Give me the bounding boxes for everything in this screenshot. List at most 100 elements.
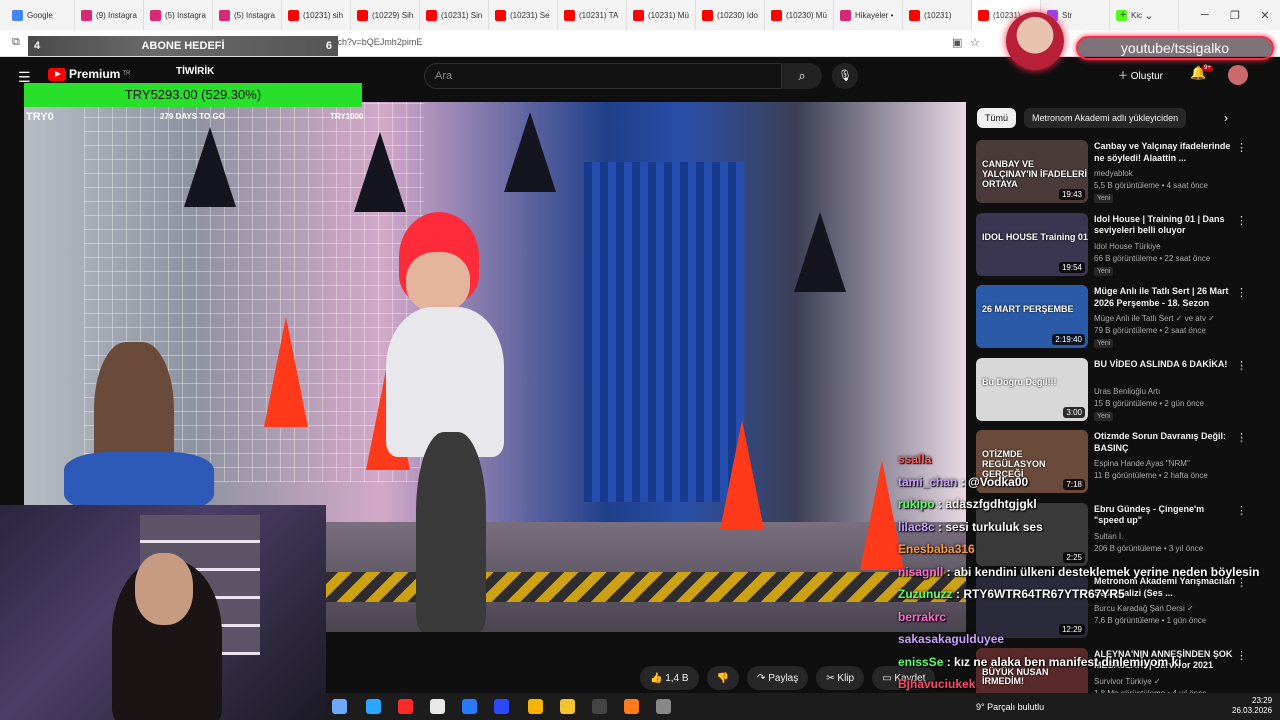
thumbnail-text: Bu Doğru Değil!!! <box>982 376 1057 387</box>
channel-name[interactable]: Uras Benlioğlu Artı <box>1094 387 1160 396</box>
browser-tab[interactable]: (10231) <box>903 0 972 30</box>
more-options-icon[interactable]: ⋮ <box>1236 141 1247 154</box>
chat-message: lilac8c : sesi turkuluk ses <box>898 519 1043 534</box>
notification-count-badge: 9+ <box>1202 65 1213 71</box>
recommended-video[interactable]: CANBAY VE YALÇINAY'IN İFADELERİ ORTAYA 19… <box>976 140 1256 206</box>
video-thumbnail[interactable]: IDOL HOUSE Training 01 19:54 <box>976 212 1088 276</box>
video-meta: 79 B görüntüleme • 2 saat önce <box>1094 326 1206 335</box>
tab-label: (10231) Sin <box>441 10 483 20</box>
chevron-right-icon[interactable]: › <box>1224 111 1228 125</box>
filter-chips: Tümü Metronom Akademi adlı yükleyiciden <box>977 108 1187 128</box>
chat-username[interactable]: nisagnll <box>898 565 943 579</box>
chat-username[interactable]: sakasakagulduyee <box>898 632 1004 646</box>
chat-username[interactable]: enissSe <box>898 655 943 669</box>
video-thumbnail[interactable]: Bu Doğru Değil!!! 3:00 <box>976 357 1088 421</box>
video-thumbnail[interactable]: 26 MART PERŞEMBE 2:19:40 <box>976 285 1088 348</box>
recommended-video[interactable]: IDOL HOUSE Training 01 19:54 Idol House | … <box>976 212 1256 279</box>
clip-button[interactable]: ✂ Klip <box>816 666 865 690</box>
more-options-icon[interactable]: ⋮ <box>1236 286 1247 299</box>
browser-tab[interactable]: (5) Instagra <box>213 0 282 30</box>
minimize-button[interactable]: ─ <box>1190 0 1220 30</box>
account-avatar[interactable] <box>1228 65 1248 85</box>
file-explorer-icon[interactable] <box>560 699 575 714</box>
channel-name[interactable]: medyablok <box>1094 169 1133 178</box>
chat-username[interactable]: ssalla <box>898 452 931 466</box>
more-options-icon[interactable]: ⋮ <box>1236 359 1247 372</box>
recommended-video[interactable]: Bu Doğru Değil!!! 3:00 BU VİDEO ASLINDA 6 … <box>976 357 1256 424</box>
obs-icon[interactable] <box>592 699 607 714</box>
bookmark-star-icon[interactable]: ☆ <box>970 36 980 49</box>
tab-favicon-icon <box>633 9 644 21</box>
video-title[interactable]: Otizmde Sorun Davranış Değil: BASINÇ <box>1094 431 1236 454</box>
new-badge: Yeni <box>1094 266 1114 276</box>
opera-icon[interactable] <box>398 699 413 714</box>
browser-tab[interactable]: (10231) TA <box>558 0 627 30</box>
recommended-video[interactable]: 26 MART PERŞEMBE 2:19:40 Müge Anlı ile Tat… <box>976 285 1256 351</box>
app-icon[interactable] <box>462 699 477 714</box>
browser-tab[interactable]: (10230) Ido <box>696 0 765 30</box>
more-options-icon[interactable]: ⋮ <box>1236 431 1247 444</box>
search-button[interactable]: ⌕ <box>782 63 822 89</box>
browser-tab[interactable]: (10229) Sih <box>351 0 420 30</box>
firefox-icon[interactable] <box>624 699 639 714</box>
browser-tab[interactable]: Google <box>6 0 75 30</box>
chat-username[interactable]: tami_chan <box>898 475 957 489</box>
browser-tab[interactable]: (10231) Sin <box>420 0 489 30</box>
widgets-icon[interactable] <box>332 699 347 714</box>
taskbar-clock[interactable]: 23:29 26.03.2026 <box>1232 696 1272 717</box>
app-icon[interactable] <box>494 699 509 714</box>
chat-username[interactable]: Zuzunuzz <box>898 587 953 601</box>
chip-all[interactable]: Tümü <box>977 108 1017 128</box>
chat-text: abi kendini ülkeni desteklemek yerine ne… <box>954 564 1260 579</box>
chat-username[interactable]: rukipo <box>898 497 935 511</box>
clip-label: Klip <box>837 672 855 684</box>
chat-message: sakasakagulduyee <box>898 632 1004 646</box>
create-button[interactable]: ＋ Oluştur <box>1118 67 1163 82</box>
chip-uploader[interactable]: Metronom Akademi adlı yükleyiciden <box>1024 108 1187 128</box>
chat-username[interactable]: Enesbaba316 <box>898 542 975 556</box>
store-icon[interactable] <box>430 699 445 714</box>
sidebar-toggle-icon[interactable]: ⧉ <box>12 36 20 49</box>
browser-tab[interactable]: (5) Instagra <box>144 0 213 30</box>
youtube-play-icon <box>48 67 66 81</box>
video-title[interactable]: Canbay ve Yalçınay ifadelerinde ne söyle… <box>1094 141 1236 164</box>
close-window-button[interactable]: ✕ <box>1250 0 1280 30</box>
tab-favicon-icon <box>357 9 368 21</box>
voice-search-button[interactable]: 🎙 <box>832 63 858 89</box>
channel-name[interactable]: Idol House Türkiye <box>1094 242 1161 251</box>
share-button[interactable]: ↷ Paylaş <box>747 666 809 690</box>
chat-text: sesi turkuluk ses <box>945 519 1043 534</box>
video-thumbnail[interactable]: CANBAY VE YALÇINAY'IN İFADELERİ ORTAYA 19… <box>976 140 1088 203</box>
chrome-icon[interactable] <box>528 699 543 714</box>
browser-tab[interactable]: (10231) Se <box>489 0 558 30</box>
scissors-icon: ✂ <box>826 672 835 684</box>
browser-tab[interactable]: (10230) Mü <box>765 0 834 30</box>
video-title[interactable]: Müge Anlı ile Tatlı Sert | 26 Mart 2026 … <box>1094 286 1236 309</box>
more-options-icon[interactable]: ⋮ <box>1236 214 1247 227</box>
dislike-button[interactable]: 👎 <box>706 666 740 690</box>
tab-label: Google <box>27 10 53 20</box>
browser-tab[interactable]: (10231) sih <box>282 0 351 30</box>
search-icon: ⌕ <box>798 68 806 83</box>
chat-message: Zuzunuzz : RTY6WTR64TR67YTR67YR5 <box>898 587 1125 601</box>
search-input[interactable]: Ara <box>424 63 782 89</box>
chat-username[interactable]: berrakrc <box>898 610 946 624</box>
channel-tag: TİWİRİK <box>176 66 215 77</box>
cast-icon[interactable]: ▣ <box>952 36 962 49</box>
video-title[interactable]: Idol House | Training 01 | Dans seviyele… <box>1094 214 1236 237</box>
app-icon[interactable] <box>656 699 671 714</box>
video-title[interactable]: BU VİDEO ASLINDA 6 DAKİKA! <box>1094 359 1236 371</box>
restore-button[interactable]: ❐ <box>1220 0 1250 30</box>
chat-username[interactable]: lilac8c <box>898 520 935 534</box>
browser-tab[interactable]: (9) Instagra <box>75 0 144 30</box>
edge-icon[interactable] <box>366 699 381 714</box>
like-button[interactable]: 👍 1,4 B <box>640 666 699 690</box>
tab-list-button[interactable]: ⌄ <box>1134 0 1164 30</box>
goal-current: 4 <box>34 40 41 52</box>
chat-username[interactable]: Bjhavuciukek <box>898 677 975 691</box>
weather-widget[interactable]: 9° Parçalı bulutlu <box>976 702 1044 712</box>
youtube-logo[interactable]: Premium TR <box>48 67 130 81</box>
browser-tab[interactable]: Hikayeler • <box>834 0 903 30</box>
channel-name[interactable]: Müge Anlı ile Tatlı Sert ✓ ve atv ✓ <box>1094 314 1215 323</box>
browser-tab[interactable]: (10231) Mü <box>627 0 696 30</box>
